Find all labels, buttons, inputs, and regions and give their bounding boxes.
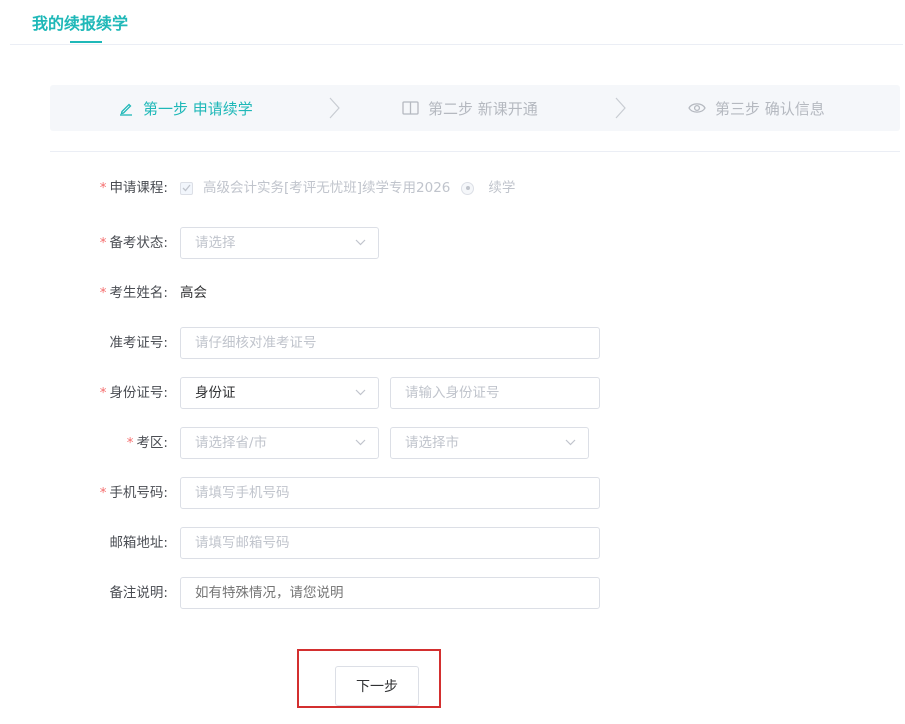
step-2: 第二步 新课开通 xyxy=(402,85,538,131)
page-tabs: 我的续报续学 xyxy=(10,0,903,45)
chevron-right-icon xyxy=(615,97,626,119)
divider xyxy=(50,151,900,152)
step-3-label: 第三步 确认信息 xyxy=(715,99,825,118)
id-row: * 身份证号: 身份证 请输入身份证号 xyxy=(0,377,905,409)
admission-row: 准考证号: 请仔细核对准考证号 xyxy=(0,327,905,359)
step-2-label: 第二步 新课开通 xyxy=(428,99,538,118)
pencil-icon xyxy=(120,103,132,116)
next-step-button[interactable]: 下一步 xyxy=(335,666,419,706)
email-input[interactable]: 请填写邮箱号码 xyxy=(180,527,600,559)
province-select[interactable]: 请选择省/市 xyxy=(180,427,379,459)
page-title[interactable]: 我的续报续学 xyxy=(32,10,128,34)
exam-status-select[interactable]: 请选择 xyxy=(180,227,379,259)
book-icon xyxy=(402,101,419,115)
chevron-down-icon xyxy=(355,439,366,446)
chevron-down-icon xyxy=(355,389,366,396)
course-label: * 申请课程: xyxy=(99,180,168,196)
exam-status-row: * 备考状态: 请选择 xyxy=(0,227,905,259)
eye-icon xyxy=(688,103,706,113)
email-row: 邮箱地址: 请填写邮箱号码 xyxy=(0,527,905,559)
check-icon xyxy=(182,184,191,192)
step-1-label: 第一步 申请续学 xyxy=(143,99,253,118)
name-label: * 考生姓名: xyxy=(99,285,168,301)
region-row: * 考区: 请选择省/市 请选择市 xyxy=(0,427,905,459)
region-label: * 考区: xyxy=(126,435,168,451)
step-1: 第一步 申请续学 xyxy=(118,85,253,131)
remark-label: 备注说明: xyxy=(109,585,168,601)
remark-textarea[interactable] xyxy=(180,577,600,609)
chevron-right-icon xyxy=(329,97,340,119)
course-checkbox[interactable] xyxy=(180,181,193,195)
continue-radio-label: 续学 xyxy=(488,180,516,196)
phone-label: * 手机号码: xyxy=(99,485,168,501)
admission-number-input[interactable]: 请仔细核对准考证号 xyxy=(180,327,600,359)
course-row: * 申请课程: 高级会计实务[考评无忧班]续学专用2026 续学 xyxy=(0,172,905,204)
admission-label: 准考证号: xyxy=(109,335,168,351)
step-3: 第三步 确认信息 xyxy=(688,85,825,131)
name-row: * 考生姓名: 高会 xyxy=(0,277,905,309)
id-label: * 身份证号: xyxy=(99,385,168,401)
id-type-select[interactable]: 身份证 xyxy=(180,377,379,409)
continue-radio[interactable] xyxy=(461,181,475,195)
chevron-down-icon xyxy=(355,239,366,246)
steps-bar: 第一步 申请续学 第二步 新课开通 第三步 确认信息 xyxy=(50,85,900,131)
phone-input[interactable]: 请填写手机号码 xyxy=(180,477,600,509)
remark-row: 备注说明: xyxy=(0,577,905,609)
city-select[interactable]: 请选择市 xyxy=(390,427,589,459)
name-value: 高会 xyxy=(180,285,207,301)
chevron-down-icon xyxy=(565,439,576,446)
active-tab-indicator xyxy=(70,41,102,43)
email-label: 邮箱地址: xyxy=(109,535,168,551)
exam-status-label: * 备考状态: xyxy=(99,235,168,251)
course-option-text: 高级会计实务[考评无忧班]续学专用2026 xyxy=(203,180,451,196)
id-number-input[interactable]: 请输入身份证号 xyxy=(390,377,600,409)
phone-row: * 手机号码: 请填写手机号码 xyxy=(0,477,905,509)
